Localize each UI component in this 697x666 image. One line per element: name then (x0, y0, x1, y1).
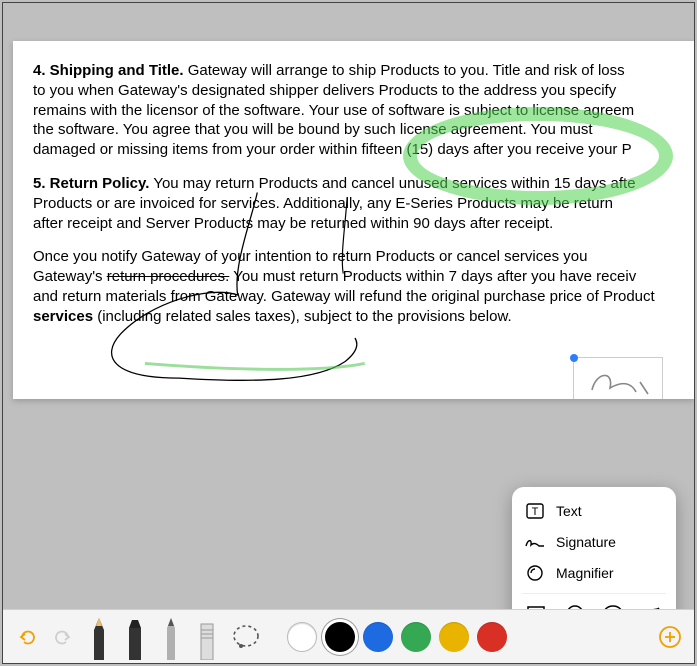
text: Gateway will arrange to ship Products to… (188, 62, 625, 79)
text: damaged or missing items from your order… (33, 140, 676, 160)
popup-item-magnifier[interactable]: Magnifier (522, 557, 666, 589)
document-page: gP 4. Shipping and Title. Gateway will a… (13, 41, 694, 399)
color-black[interactable] (325, 622, 355, 652)
watermark: gP (649, 47, 674, 76)
text: services (33, 308, 93, 325)
color-white[interactable] (287, 622, 317, 652)
popup-item-text[interactable]: T Text (522, 495, 666, 527)
lasso-tool[interactable] (229, 614, 263, 660)
text-icon: T (524, 501, 546, 521)
signature-placeholder[interactable] (573, 357, 663, 399)
svg-text:T: T (532, 506, 539, 518)
text: Products or are invoiced for services. A… (33, 194, 676, 214)
undo-button[interactable] (13, 623, 41, 651)
text: You may return Products and cancel unuse… (153, 175, 635, 192)
text: after receipt and Server Products may be… (33, 214, 676, 234)
color-red[interactable] (477, 622, 507, 652)
paragraph-3: Once you notify Gateway of your intentio… (33, 247, 676, 326)
popup-label: Magnifier (556, 565, 614, 581)
pencil-tool[interactable] (157, 614, 185, 660)
signature-icon (524, 533, 546, 551)
magnifier-icon (524, 563, 546, 583)
text: (including related sales taxes), subject… (93, 308, 512, 325)
section-4: 4. Shipping and Title. Gateway will arra… (33, 61, 676, 160)
popup-label: Text (556, 503, 582, 519)
redo-button[interactable] (49, 623, 77, 651)
text: remains with the licensor of the softwar… (33, 101, 676, 121)
color-blue[interactable] (363, 622, 393, 652)
color-yellow[interactable] (439, 622, 469, 652)
eraser-tool[interactable] (193, 614, 221, 660)
text: You must return Products within 7 days a… (229, 268, 636, 285)
text: the software. You agree that you will be… (33, 120, 676, 140)
marker-tool[interactable] (121, 614, 149, 660)
strikethrough-text: return procedures. (107, 268, 230, 285)
popup-label: Signature (556, 534, 616, 550)
section-5-heading: 5. Return Policy. (33, 175, 149, 192)
popup-item-signature[interactable]: Signature (522, 527, 666, 557)
text: to you when Gateway's designated shipper… (33, 81, 676, 101)
section-4-heading: 4. Shipping and Title. (33, 62, 184, 79)
text: Gateway's (33, 268, 107, 285)
pen-tool[interactable] (85, 614, 113, 660)
markup-toolbar (3, 609, 694, 663)
text: and return materials from Gateway. Gatew… (33, 287, 676, 307)
text: Once you notify Gateway of your intentio… (33, 247, 676, 267)
section-5: 5. Return Policy. You may return Product… (33, 174, 676, 233)
add-button[interactable] (656, 623, 684, 651)
color-green[interactable] (401, 622, 431, 652)
